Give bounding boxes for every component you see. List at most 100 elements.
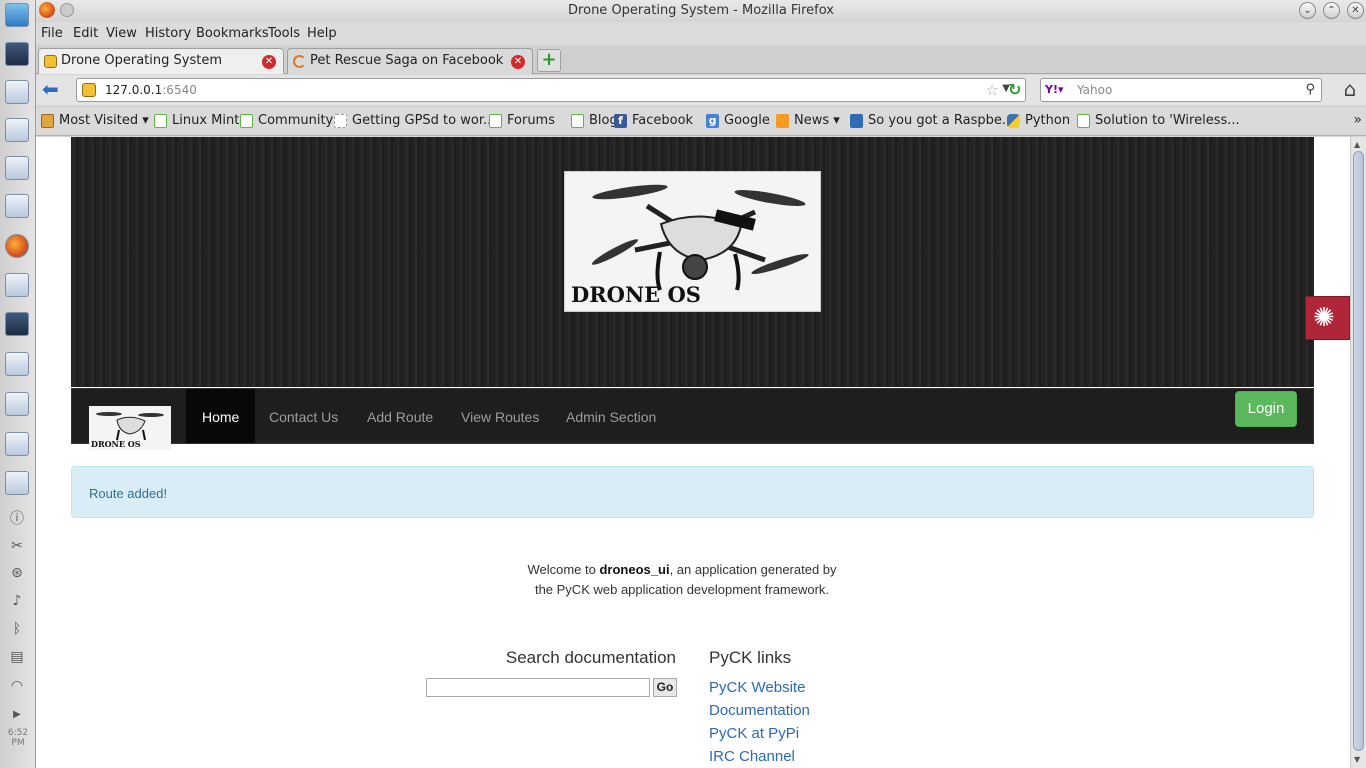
url-bar[interactable]: 127.0.0.1:6540 ☆ ▼ ↻ xyxy=(76,78,1026,102)
bookmark-forums[interactable]: Forums xyxy=(489,113,555,128)
menu-edit[interactable]: Edit xyxy=(73,26,98,41)
expand-arrow-icon[interactable]: ▶ xyxy=(8,706,26,724)
python-icon xyxy=(1007,114,1020,128)
nav-home[interactable]: Home xyxy=(186,389,256,443)
pyck-links-heading: PyCK links xyxy=(709,648,792,667)
app-name: droneos_ui xyxy=(599,562,670,577)
new-tab-button[interactable]: + xyxy=(537,49,561,72)
close-tab-icon[interactable]: ✕ xyxy=(511,55,525,69)
bookmark-python[interactable]: Python xyxy=(1007,113,1070,128)
bookmark-blog[interactable]: Blog xyxy=(571,113,618,128)
mint-icon xyxy=(571,114,584,128)
window-list-icon[interactable] xyxy=(5,118,29,142)
tab-label: Drone Operating System xyxy=(61,53,222,68)
document-launcher-icon[interactable] xyxy=(5,432,29,456)
search-input[interactable]: Yahoo xyxy=(1077,83,1112,97)
url-text[interactable]: 127.0.0.1:6540 xyxy=(105,83,197,97)
bookmark-star-icon[interactable]: ☆ xyxy=(986,81,999,99)
menu-file[interactable]: File xyxy=(41,26,63,41)
menu-help[interactable]: Help xyxy=(307,26,337,41)
tab-drone-os[interactable]: Drone Operating System ✕ xyxy=(38,48,284,74)
close-window-icon[interactable]: ✕ xyxy=(1347,2,1364,19)
scissors-icon[interactable]: ✂ xyxy=(8,537,26,555)
close-tab-icon[interactable]: ✕ xyxy=(262,55,276,69)
desktop-side-panel: ⓘ ✂ ⊛ ♪ ᛒ ▤ ◠ ▶ 6:52 PM xyxy=(0,0,36,768)
link-pyck-pypi[interactable]: PyCK at PyPi xyxy=(709,725,810,748)
navbar-logo-text: DRONE OS xyxy=(91,439,141,449)
bookmark-facebook[interactable]: f Facebook xyxy=(614,113,693,128)
mint-icon xyxy=(1077,114,1090,128)
info-icon[interactable]: ⓘ xyxy=(8,510,26,528)
mint-icon xyxy=(154,114,167,128)
scroll-down-icon[interactable]: ▼ xyxy=(1354,755,1360,764)
terminal-launcher-icon[interactable] xyxy=(5,312,29,336)
login-button[interactable]: Login xyxy=(1235,391,1297,427)
yahoo-engine-icon[interactable]: Y!▾ xyxy=(1045,83,1069,97)
back-arrow-icon[interactable]: ⬅ xyxy=(42,79,64,101)
home-icon[interactable]: ⌂ xyxy=(1338,78,1362,102)
mint-icon xyxy=(240,114,253,128)
nav-contact-us[interactable]: Contact Us xyxy=(253,389,354,443)
link-pyck-website[interactable]: PyCK Website xyxy=(709,679,810,702)
tab-bar: Drone Operating System ✕ Pet Rescue Saga… xyxy=(36,46,1366,74)
blank-page-icon xyxy=(334,114,347,128)
raspberry-icon xyxy=(850,114,863,128)
wifi-icon[interactable]: ◠ xyxy=(8,677,26,695)
bookmark-raspberry[interactable]: So you got a Raspbe... xyxy=(850,113,1014,128)
link-documentation[interactable]: Documentation xyxy=(709,702,810,725)
panel-clock[interactable]: 6:52 PM xyxy=(0,728,36,748)
mint-menu-icon[interactable] xyxy=(5,3,29,27)
navbar-brand-logo[interactable]: DRONE OS xyxy=(89,406,171,450)
menu-bookmarks[interactable]: Bookmarks xyxy=(196,26,269,41)
page-scrollbar[interactable]: ▲ ▼ xyxy=(1350,137,1366,768)
window-list-icon[interactable] xyxy=(5,352,29,376)
nav-admin-section[interactable]: Admin Section xyxy=(550,389,672,443)
search-bar[interactable]: Y!▾ Yahoo ⚲ xyxy=(1040,78,1322,102)
show-desktop-icon[interactable] xyxy=(5,42,29,66)
tab-pet-rescue[interactable]: Pet Rescue Saga on Facebook ✕ xyxy=(287,48,533,74)
network-icon[interactable]: ⊛ xyxy=(8,564,26,582)
rss-icon xyxy=(776,114,789,128)
scroll-up-icon[interactable]: ▲ xyxy=(1354,140,1360,149)
bookmark-linux-mint[interactable]: Linux Mint xyxy=(154,113,239,128)
window-list-icon[interactable] xyxy=(5,80,29,104)
molecule-icon: ✺ xyxy=(1313,303,1335,333)
page-viewport: DRONE OS DRONE OS Home Contact Us Add Ro… xyxy=(36,137,1350,768)
bookmark-community[interactable]: Community xyxy=(240,113,333,128)
pyck-links-list: PyCK Website Documentation PyCK at PyPi … xyxy=(709,679,810,768)
clipboard-icon[interactable]: ▤ xyxy=(8,648,26,666)
reload-icon[interactable]: ↻ xyxy=(1008,81,1026,99)
window-title: Drone Operating System - Mozilla Firefox xyxy=(568,3,834,18)
logo-text: DRONE OS xyxy=(571,282,701,307)
bookmark-most-visited[interactable]: Most Visited ▾ xyxy=(41,113,149,128)
bookmark-wireless[interactable]: Solution to 'Wireless... xyxy=(1077,113,1240,128)
link-irc-channel[interactable]: IRC Channel xyxy=(709,748,810,768)
site-identity-icon[interactable] xyxy=(82,83,96,97)
bookmark-google[interactable]: g Google xyxy=(706,113,770,128)
minimize-icon[interactable]: ⌄ xyxy=(1299,2,1316,19)
search-docs-input[interactable] xyxy=(426,678,650,697)
menu-history[interactable]: History xyxy=(145,26,191,41)
bookmarks-overflow-icon[interactable]: » xyxy=(1353,112,1362,128)
floating-widget-button[interactable]: ✺ xyxy=(1305,296,1350,340)
window-list-icon[interactable] xyxy=(5,156,29,180)
bluetooth-icon[interactable]: ᛒ xyxy=(8,620,26,638)
menu-tools[interactable]: Tools xyxy=(268,26,300,41)
site-banner: DRONE OS xyxy=(71,137,1314,387)
nav-view-routes[interactable]: View Routes xyxy=(445,389,555,443)
menu-view[interactable]: View xyxy=(106,26,137,41)
bookmark-news[interactable]: News ▾ xyxy=(776,113,840,128)
app-launcher-icon[interactable] xyxy=(5,273,29,297)
scroll-thumb[interactable] xyxy=(1353,151,1364,751)
binoculars-icon[interactable]: ⚲ xyxy=(1305,82,1315,97)
firefox-launcher-icon[interactable] xyxy=(5,234,29,258)
drone-os-logo: DRONE OS xyxy=(564,171,821,312)
nav-add-route[interactable]: Add Route xyxy=(351,389,449,443)
volume-icon[interactable]: ♪ xyxy=(8,592,26,610)
window-list-icon[interactable] xyxy=(5,392,29,416)
window-list-icon[interactable] xyxy=(5,194,29,218)
window-list-icon[interactable] xyxy=(5,471,29,495)
maximize-icon[interactable]: ⌃ xyxy=(1323,2,1340,19)
search-go-button[interactable]: Go xyxy=(653,678,677,697)
bookmark-gpsd[interactable]: Getting GPSd to wor... xyxy=(334,113,495,128)
